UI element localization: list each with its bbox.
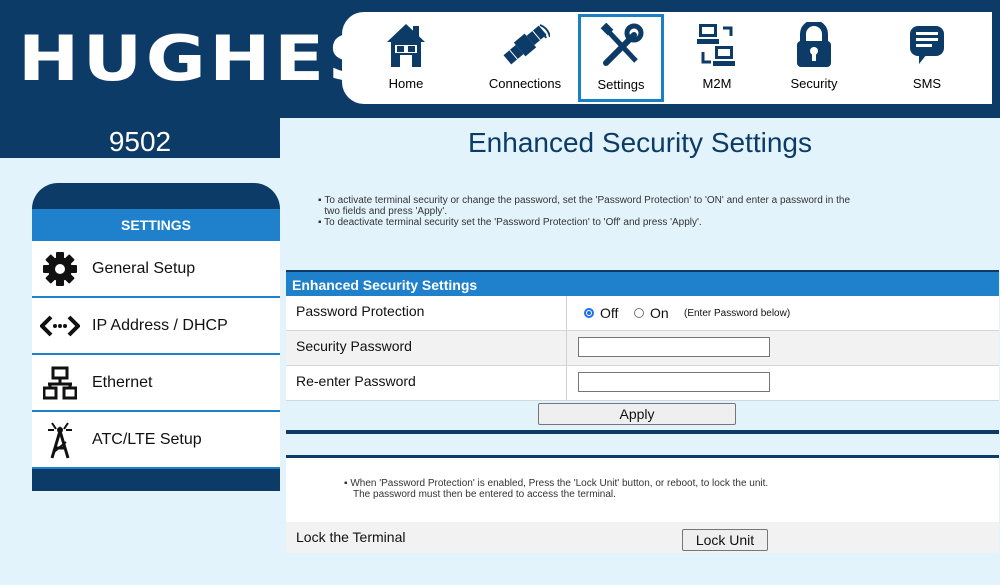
sidebar-item-ethernet[interactable]: Ethernet [32, 355, 280, 412]
nav-m2m-label: M2M [702, 76, 732, 91]
lock-note-line-1: ▪ When 'Password Protection' is enabled,… [344, 478, 769, 489]
sidebar-item-label: Ethernet [92, 373, 153, 391]
sidebar-header: SETTINGS [32, 209, 280, 241]
lock-instructions: ▪ When 'Password Protection' is enabled,… [344, 478, 768, 500]
password-hint: (Enter Password below) [684, 308, 791, 319]
instruction-item: ▪ To activate terminal security or chang… [318, 195, 851, 217]
sidebar-item-atc-lte-setup[interactable]: ATC/LTE Setup [32, 412, 280, 469]
radio-on-label: On [650, 305, 669, 321]
security-settings-panel: Enhanced Security Settings Password Prot… [286, 270, 999, 434]
m2m-computers-icon [682, 20, 752, 70]
nav-sms[interactable]: SMS [892, 16, 962, 100]
sidebar-item-ip-address-dhcp[interactable]: IP Address / DHCP [32, 298, 280, 355]
nav-m2m[interactable]: M2M [682, 16, 752, 100]
sidebar-bottom-cap [32, 469, 280, 491]
nav-connections[interactable]: Connections [480, 16, 570, 100]
model-number: 9502 [0, 118, 280, 158]
sidebar-top-cap [32, 183, 280, 209]
nav-security-label: Security [790, 76, 838, 91]
password-protection-row: Password Protection Off On (Enter Passwo… [286, 296, 999, 331]
lock-unit-button[interactable]: Lock Unit [682, 529, 768, 551]
nav-security[interactable]: Security [778, 16, 850, 100]
gear-icon [36, 251, 84, 287]
lock-terminal-label: Lock the Terminal [296, 529, 406, 545]
nav-sms-label: SMS [912, 76, 942, 91]
reenter-password-input[interactable] [578, 372, 770, 392]
nav-settings[interactable]: Settings [578, 14, 664, 102]
satellite-icon [480, 20, 570, 70]
message-icon [892, 20, 962, 70]
lock-terminal-panel: ▪ When 'Password Protection' is enabled,… [286, 455, 999, 553]
sidebar-item-label: ATC/LTE Setup [92, 430, 202, 448]
hughes-logo: HUGHES [18, 22, 384, 95]
page-title: Enhanced Security Settings [468, 127, 812, 158]
reenter-password-row: Re-enter Password [286, 366, 999, 401]
nav-connections-label: Connections [488, 76, 562, 91]
main-nav: Home Connections Settings M2M Security S… [342, 12, 992, 104]
instructions: ▪ To activate terminal security or chang… [310, 195, 868, 228]
reenter-password-label: Re-enter Password [296, 373, 416, 389]
nav-home-label: Home [388, 76, 424, 91]
sidebar-item-general-setup[interactable]: General Setup [32, 241, 280, 298]
nav-home[interactable]: Home [370, 16, 442, 100]
lock-terminal-row: Lock the Terminal Lock Unit [286, 522, 999, 553]
instruction-item: ▪ To deactivate terminal security set th… [318, 217, 702, 228]
apply-button[interactable]: Apply [538, 403, 736, 425]
password-protection-label: Password Protection [296, 303, 425, 319]
radio-off[interactable] [584, 308, 594, 318]
apply-row: Apply [286, 401, 999, 434]
sidebar-item-label: IP Address / DHCP [92, 316, 228, 334]
nav-settings-label: Settings [597, 77, 645, 92]
arrows-icon [36, 314, 84, 338]
home-icon [370, 20, 442, 70]
radio-on[interactable] [634, 308, 644, 318]
sidebar-item-label: General Setup [92, 259, 196, 277]
header-bar: HUGHES Home Connections Settings M2M Sec… [0, 0, 1000, 118]
security-password-input[interactable] [578, 337, 770, 357]
tools-icon [581, 21, 661, 71]
security-password-row: Security Password [286, 331, 999, 366]
padlock-icon [778, 20, 850, 70]
radio-off-label: Off [600, 305, 619, 321]
antenna-tower-icon [36, 421, 84, 459]
network-icon [36, 366, 84, 400]
panel-header: Enhanced Security Settings [286, 270, 999, 296]
settings-sidebar: SETTINGS General Setup IP Address / DHCP… [32, 183, 280, 491]
lock-note-line-2: The password must then be entered to acc… [353, 489, 616, 500]
security-password-label: Security Password [296, 338, 412, 354]
